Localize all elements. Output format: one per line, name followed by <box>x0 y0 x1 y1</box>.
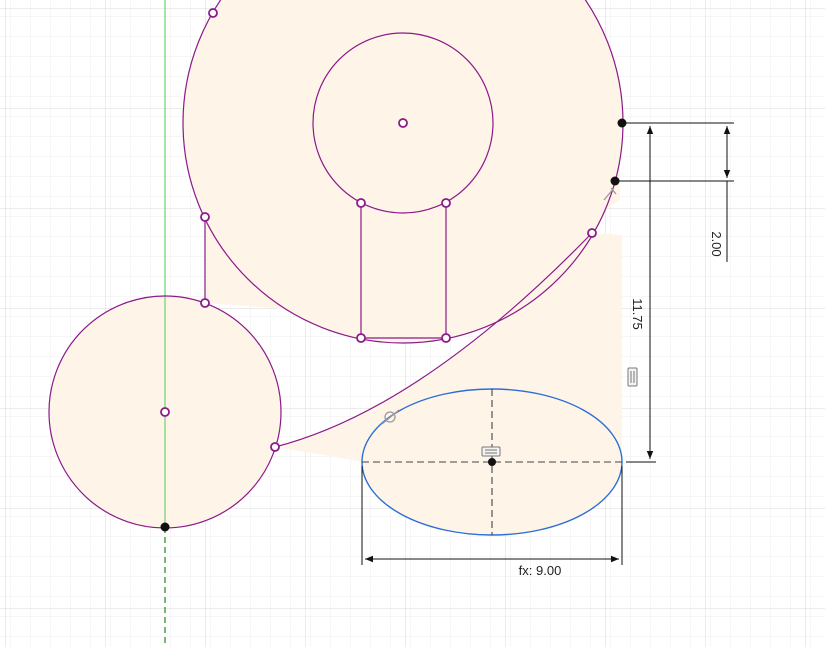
sketch-point[interactable] <box>208 8 218 18</box>
fixed-point[interactable] <box>160 522 170 532</box>
sketch-point[interactable] <box>441 198 451 208</box>
ellipse-center-point[interactable] <box>488 458 496 466</box>
sketch-point[interactable] <box>270 442 280 452</box>
sketch-point[interactable] <box>356 198 366 208</box>
sketch-point[interactable] <box>200 212 210 222</box>
sketch-point[interactable] <box>356 333 366 343</box>
center-point-left-circle[interactable] <box>160 407 170 417</box>
sketch-point[interactable] <box>441 333 451 343</box>
sketch-point[interactable] <box>200 298 210 308</box>
sketch-canvas[interactable]: 2.00 11.75 fx: 9.00 <box>0 0 825 647</box>
horizontal-constraint-icon[interactable] <box>481 446 501 457</box>
fixed-point[interactable] <box>610 176 620 186</box>
fixed-point[interactable] <box>617 118 627 128</box>
sketch-point[interactable] <box>587 228 597 238</box>
center-point-large-circle[interactable] <box>398 118 408 128</box>
vertical-constraint-icon[interactable] <box>627 367 638 387</box>
dimension-value-2[interactable]: 2.00 <box>709 231 724 256</box>
dimension-value-11-75[interactable]: 11.75 <box>630 298 645 330</box>
dimension-value-fx-9[interactable]: fx: 9.00 <box>519 563 562 578</box>
